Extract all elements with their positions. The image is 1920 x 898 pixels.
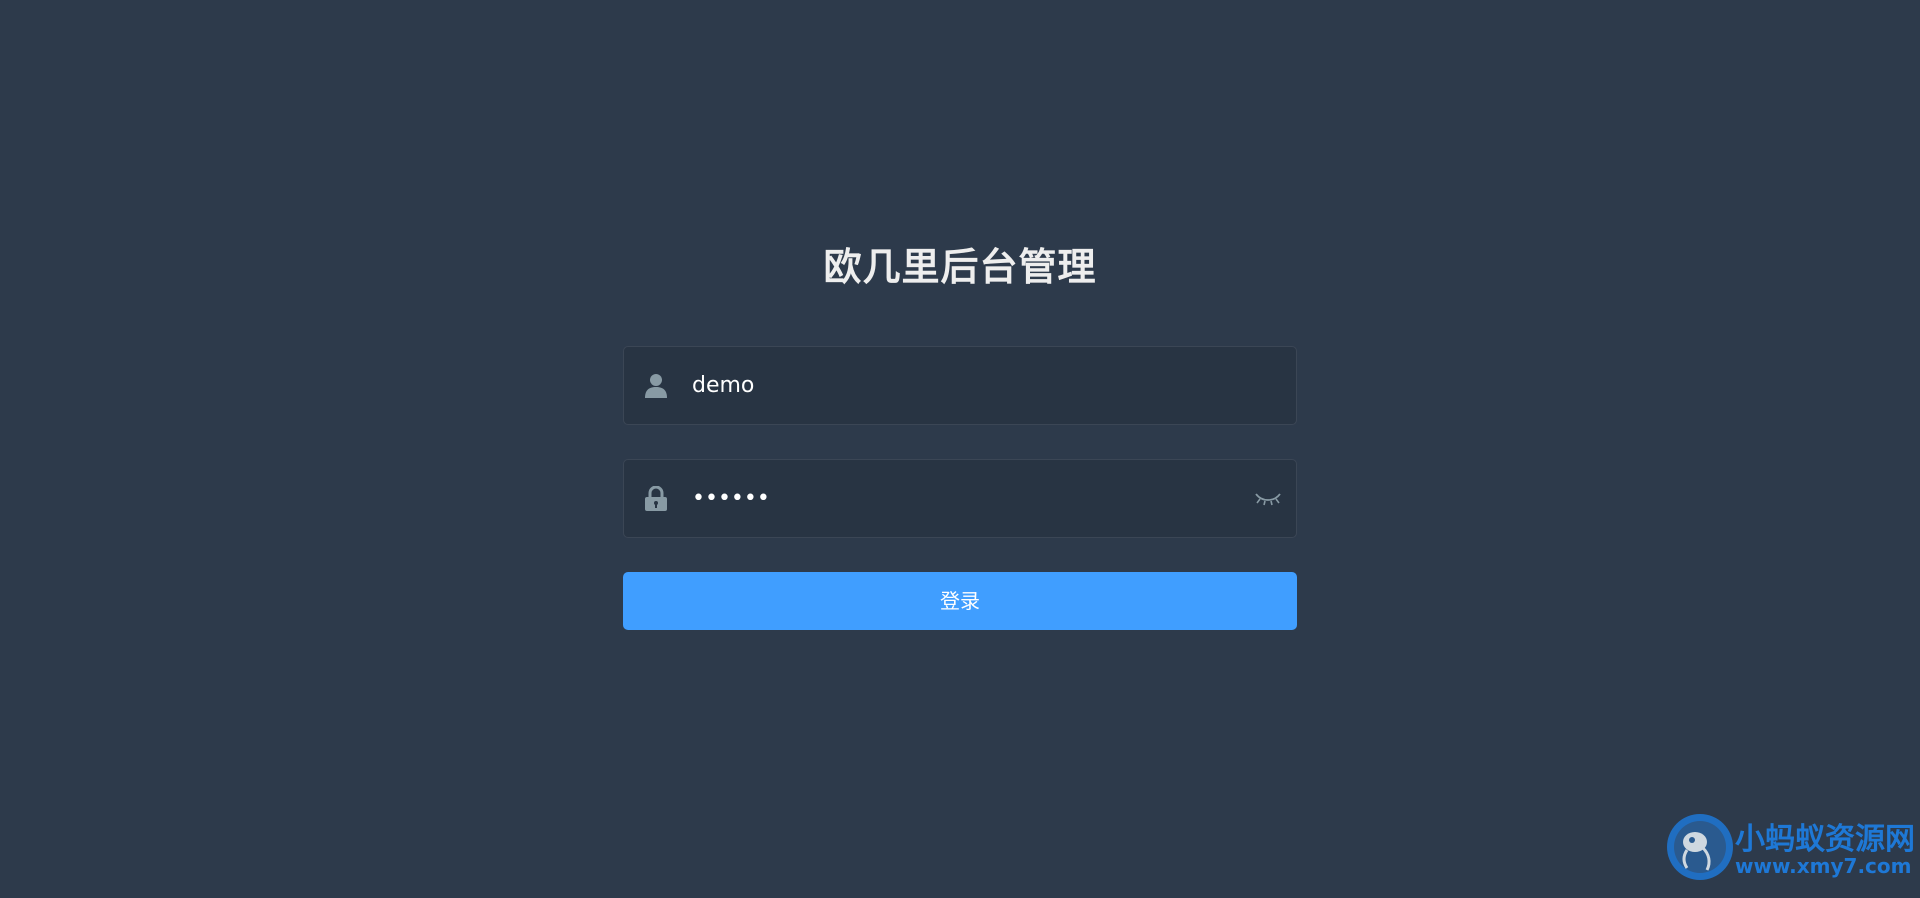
watermark-url: www.xmy7.com	[1735, 854, 1912, 878]
watermark-name: 小蚂蚁资源网	[1735, 822, 1915, 857]
login-page: 欧几里后台管理 demo •••••• 登录 小蚂蚁资源网 www.xmy7.c…	[0, 0, 1920, 898]
eye-closed-icon[interactable]	[1254, 488, 1282, 510]
login-button[interactable]: 登录	[623, 572, 1297, 630]
user-icon	[644, 373, 668, 399]
password-field[interactable]: ••••••	[623, 459, 1297, 538]
password-input[interactable]: ••••••	[692, 460, 1212, 537]
username-field[interactable]: demo	[623, 346, 1297, 425]
watermark: 小蚂蚁资源网 www.xmy7.com	[1665, 810, 1920, 898]
ant-logo-icon	[1665, 812, 1735, 882]
page-title: 欧几里后台管理	[823, 245, 1097, 289]
lock-icon	[644, 485, 668, 512]
username-input[interactable]: demo	[692, 347, 1212, 424]
